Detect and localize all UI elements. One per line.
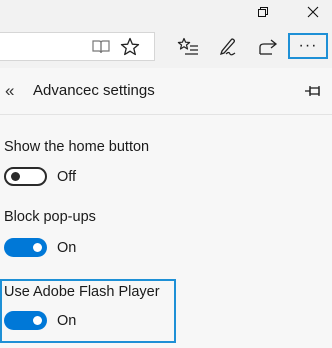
toggle-block-popups[interactable]: [4, 238, 47, 257]
toggle-state-block-popups: On: [57, 240, 77, 256]
restore-icon: [258, 6, 268, 17]
reading-view-button[interactable]: [88, 34, 114, 60]
restore-button[interactable]: [240, 0, 286, 23]
pane-title: Advancec settings: [33, 82, 155, 99]
setting-label-block-popups: Block pop-ups: [4, 209, 96, 225]
toggle-knob: [33, 243, 42, 252]
pin-icon[interactable]: [304, 83, 322, 99]
favorites-hub-button[interactable]: [175, 34, 201, 60]
toggle-state-flash-player: On: [57, 313, 77, 329]
toggle-state-home-button: Off: [57, 169, 77, 185]
browser-toolbar: ···: [0, 23, 332, 68]
pane-header: « Advancec settings: [0, 68, 332, 114]
close-icon: [307, 6, 319, 17]
pane-divider: [0, 114, 332, 115]
more-icon: ···: [298, 37, 318, 54]
setting-label-home-button: Show the home button: [4, 139, 150, 155]
favorites-hub-icon: [177, 37, 198, 55]
toggle-home-button[interactable]: [4, 167, 47, 186]
web-note-icon: [219, 38, 236, 56]
close-button[interactable]: [290, 0, 332, 23]
web-note-button[interactable]: [215, 34, 241, 60]
toggle-flash-player[interactable]: [4, 311, 47, 330]
toggle-knob: [33, 316, 42, 325]
settings-pane: « Advancec settings Show the home button…: [0, 68, 332, 348]
toggle-knob: [11, 172, 20, 181]
share-button[interactable]: [256, 34, 282, 60]
title-bar: [0, 0, 332, 23]
share-icon: [259, 39, 278, 55]
reading-view-icon: [92, 40, 110, 54]
setting-label-flash-player: Use Adobe Flash Player: [4, 284, 160, 300]
more-button[interactable]: ···: [288, 33, 328, 59]
favorite-button[interactable]: [117, 34, 143, 60]
favorite-star-icon: [120, 37, 140, 56]
back-chevron-icon[interactable]: «: [5, 81, 14, 101]
